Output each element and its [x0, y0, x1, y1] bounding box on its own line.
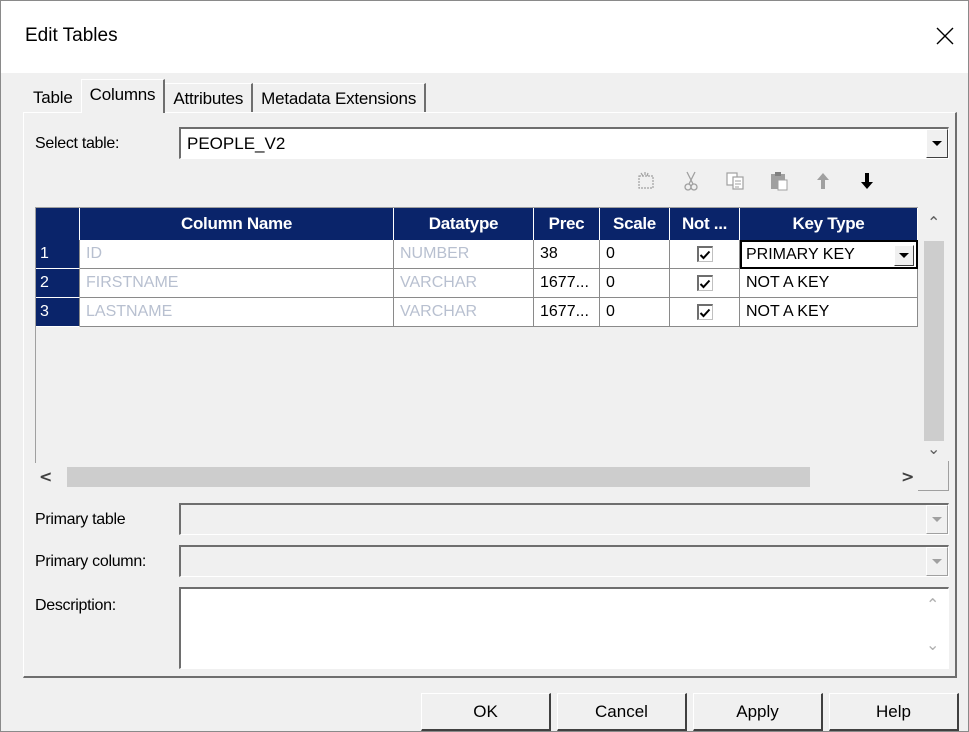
cell-column-name[interactable]: ID [80, 240, 394, 269]
primary-table-label: Primary table [35, 511, 126, 528]
grid-horizontal-scrollbar[interactable]: < > [35, 463, 918, 491]
not-null-checkbox[interactable] [696, 246, 713, 262]
close-icon [936, 27, 954, 45]
copy-button[interactable] [721, 167, 749, 195]
key-type-value: PRIMARY KEY [746, 245, 855, 263]
move-up-icon [817, 173, 829, 189]
cut-button[interactable] [677, 167, 705, 195]
edit-tables-dialog: Edit Tables Table Columns Attributes Met… [0, 0, 969, 732]
tab-attributes[interactable]: Attributes [165, 83, 254, 113]
primary-column-dropdown[interactable] [179, 545, 949, 577]
table-row[interactable]: 3 LASTNAME VARCHAR 1677... 0 NOT A KEY [36, 298, 918, 327]
select-table-label: Select table: [35, 135, 120, 152]
not-null-checkbox[interactable] [696, 304, 713, 320]
not-null-checkbox[interactable] [696, 275, 713, 291]
cell-key-type[interactable]: NOT A KEY [740, 298, 918, 327]
new-column-icon [638, 172, 654, 189]
cell-prec[interactable]: 38 [534, 240, 600, 269]
header-scale[interactable]: Scale [600, 208, 670, 240]
select-table-dropdown-button[interactable] [926, 129, 948, 158]
row-number[interactable]: 2 [36, 269, 80, 298]
scroll-down-icon: ⌄ [926, 635, 940, 654]
cell-datatype[interactable]: VARCHAR [394, 269, 534, 298]
move-up-button[interactable] [809, 167, 837, 195]
grid-header: Column Name Datatype Prec Scale Not ... … [36, 208, 918, 240]
horizontal-scroll-thumb[interactable] [67, 467, 810, 487]
primary-table-dropdown[interactable] [179, 503, 949, 535]
checkmark-icon [699, 250, 711, 259]
cell-scale[interactable]: 0 [600, 298, 670, 327]
cell-not-null [670, 240, 740, 269]
scroll-up-icon: ⌃ [926, 595, 940, 614]
grid-corner-cell [36, 208, 80, 240]
key-type-dropdown-button[interactable] [894, 245, 914, 266]
close-button[interactable] [922, 13, 968, 59]
vertical-scroll-thumb[interactable] [924, 241, 944, 441]
paste-button[interactable] [765, 167, 793, 195]
scroll-left-icon[interactable]: < [39, 467, 52, 486]
cell-key-type[interactable]: NOT A KEY [740, 269, 918, 298]
cell-datatype[interactable]: NUMBER [394, 240, 534, 269]
window-title: Edit Tables [25, 25, 118, 46]
tab-columns[interactable]: Columns [80, 79, 166, 113]
paste-icon [771, 172, 788, 191]
grid-vertical-scrollbar[interactable]: ⌃ ⌄ [918, 207, 949, 461]
cell-scale[interactable]: 0 [600, 240, 670, 269]
select-table-value: PEOPLE_V2 [187, 134, 286, 153]
cell-prec[interactable]: 1677... [534, 269, 600, 298]
primary-column-dropdown-button[interactable] [926, 547, 948, 576]
cell-prec[interactable]: 1677... [534, 298, 600, 327]
cell-key-type[interactable]: PRIMARY KEY [740, 240, 918, 269]
table-row[interactable]: 1 ID NUMBER 38 0 PRIMARY KEY [36, 240, 918, 269]
cell-column-name[interactable]: LASTNAME [80, 298, 394, 327]
table-row[interactable]: 2 FIRSTNAME VARCHAR 1677... 0 NOT A KEY [36, 269, 918, 298]
cell-not-null [670, 269, 740, 298]
primary-column-label: Primary column: [35, 553, 147, 570]
columns-grid[interactable]: Column Name Datatype Prec Scale Not ... … [35, 207, 949, 491]
tab-strip: Table Columns Attributes Metadata Extens… [23, 79, 427, 113]
chevron-down-icon [899, 253, 909, 258]
cell-datatype[interactable]: VARCHAR [394, 298, 534, 327]
chevron-down-icon [932, 559, 942, 564]
row-number[interactable]: 3 [36, 298, 80, 327]
apply-button[interactable]: Apply [693, 693, 823, 731]
select-table-dropdown[interactable]: PEOPLE_V2 [179, 127, 949, 159]
grid-rows: 1 ID NUMBER 38 0 PRIMARY KEY 2 FIRSTNAME… [36, 240, 918, 327]
checkmark-icon [699, 279, 711, 288]
help-button[interactable]: Help [829, 693, 959, 731]
scroll-right-icon[interactable]: > [901, 467, 914, 486]
header-datatype[interactable]: Datatype [394, 208, 534, 240]
ok-button[interactable]: OK [421, 693, 551, 731]
cell-not-null [670, 298, 740, 327]
checkmark-icon [699, 308, 711, 317]
cut-icon [684, 171, 698, 191]
header-column-name[interactable]: Column Name [80, 208, 394, 240]
move-down-button[interactable] [853, 167, 881, 195]
row-number[interactable]: 1 [36, 240, 80, 269]
new-column-button[interactable] [632, 167, 660, 195]
header-prec[interactable]: Prec [534, 208, 600, 240]
scroll-down-icon[interactable]: ⌄ [927, 439, 940, 458]
tab-table[interactable]: Table [23, 83, 81, 113]
cell-column-name[interactable]: FIRSTNAME [80, 269, 394, 298]
header-key-type[interactable]: Key Type [740, 208, 918, 240]
title-bar: Edit Tables [1, 1, 968, 73]
cancel-button[interactable]: Cancel [557, 693, 687, 731]
chevron-down-icon [932, 141, 942, 146]
chevron-down-icon [932, 517, 942, 522]
copy-icon [726, 172, 744, 190]
description-textarea[interactable]: ⌃ ⌄ [179, 587, 949, 669]
description-label: Description: [35, 597, 116, 614]
tab-metadata-extensions[interactable]: Metadata Extensions [253, 83, 427, 113]
header-not-null[interactable]: Not ... [670, 208, 740, 240]
move-down-icon [861, 173, 873, 189]
primary-table-dropdown-button[interactable] [926, 505, 948, 534]
scroll-up-icon[interactable]: ⌃ [927, 213, 940, 232]
cell-scale[interactable]: 0 [600, 269, 670, 298]
